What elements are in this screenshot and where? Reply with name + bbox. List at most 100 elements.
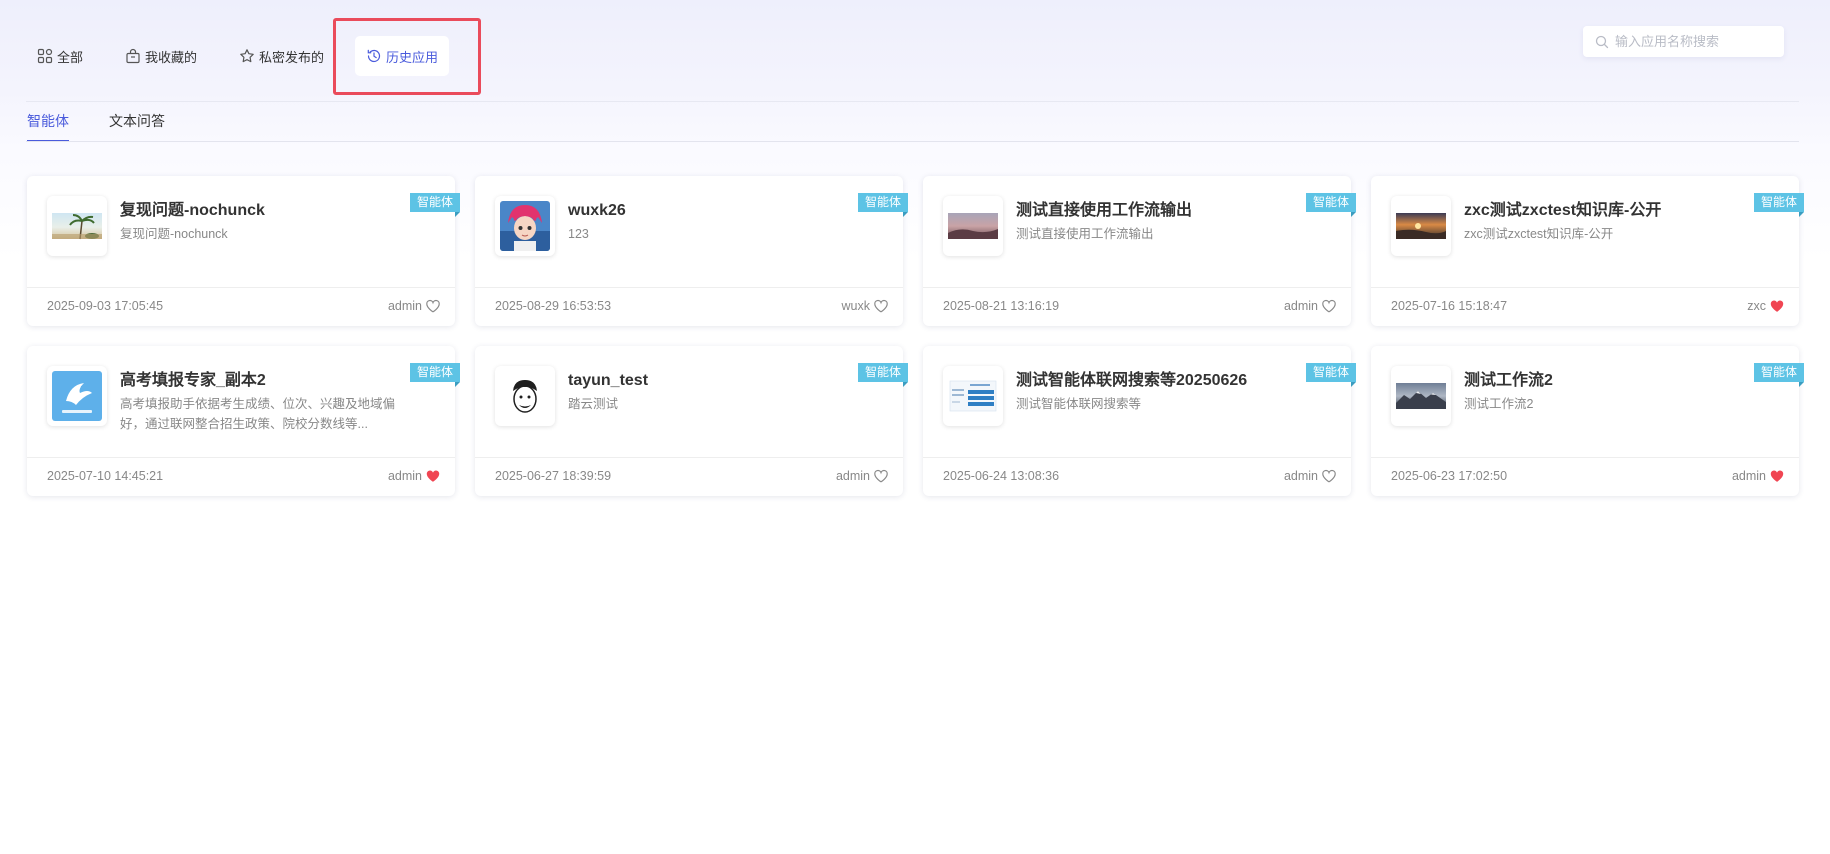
- app-description: 踏云测试: [568, 397, 619, 411]
- card-divider: [27, 287, 455, 288]
- beach-photo-image: [52, 201, 102, 251]
- app-thumbnail: [495, 366, 555, 426]
- heart-filled-icon[interactable]: [1769, 468, 1785, 484]
- owner-name: admin: [387, 299, 422, 313]
- anime-avatar-image: [500, 201, 550, 251]
- search-icon: [1595, 35, 1609, 48]
- app-card[interactable]: 测试智能体联网搜索等20250626 测试智能体联网搜索等 智能体 2025-0…: [923, 346, 1357, 496]
- updated-time: 2025-09-03 17:05:45: [47, 299, 164, 313]
- filter-all[interactable]: 全部: [26, 36, 94, 76]
- heart-outline-icon[interactable]: [873, 298, 889, 314]
- card-divider: [1371, 457, 1799, 458]
- app-title: 测试智能体联网搜索等20250626: [1016, 372, 1248, 389]
- owner-name: wuxk: [841, 299, 870, 313]
- app-description: 高考填报助手依据考生成绩、位次、兴趣及地域偏好，通过联网整合招生政策、院校分数线…: [120, 397, 396, 431]
- app-description: 测试智能体联网搜索等: [1016, 397, 1142, 411]
- heart-outline-icon[interactable]: [425, 298, 441, 314]
- type-badge: 智能体: [1753, 363, 1805, 387]
- type-badge: 智能体: [1753, 193, 1805, 217]
- updated-time: 2025-06-23 17:02:50: [1391, 469, 1508, 483]
- filter-all-label: 全部: [57, 49, 84, 65]
- owner-name: admin: [1283, 469, 1318, 483]
- heart-filled-icon[interactable]: [1769, 298, 1785, 314]
- updated-time: 2025-06-27 18:39:59: [495, 469, 612, 483]
- app-description: 复现问题-nochunck: [120, 227, 228, 241]
- card-divider: [475, 457, 903, 458]
- app-grid: 复现问题-nochunck 复现问题-nochunck 智能体 2025-09-…: [27, 176, 1805, 496]
- web-screenshot-image: [948, 371, 998, 421]
- heart-outline-icon[interactable]: [873, 468, 889, 484]
- type-badge: 智能体: [1305, 363, 1357, 387]
- owner-name: admin: [835, 469, 870, 483]
- search-input[interactable]: [1615, 34, 1775, 49]
- dusk-landscape-image: [948, 201, 998, 251]
- tabs-divider: [26, 141, 1799, 142]
- app-description: 测试直接使用工作流输出: [1016, 227, 1154, 241]
- type-badge: 智能体: [409, 193, 461, 217]
- type-badge: 智能体: [409, 363, 461, 387]
- app-title: wuxk26: [568, 202, 626, 219]
- app-card[interactable]: wuxk26 123 智能体 2025-08-29 16:53:53 wuxk: [475, 176, 909, 326]
- filter-favorites[interactable]: 我收藏的: [114, 36, 208, 76]
- sunset-photo-image: [1396, 201, 1446, 251]
- app-thumbnail: [495, 196, 555, 256]
- app-title: 复现问题-nochunck: [120, 202, 265, 219]
- owner-name: admin: [1731, 469, 1766, 483]
- mountain-photo-image: [1396, 371, 1446, 421]
- card-divider: [923, 287, 1351, 288]
- card-divider: [27, 457, 455, 458]
- filter-private-label: 私密发布的: [259, 49, 325, 65]
- updated-time: 2025-07-10 14:45:21: [47, 469, 164, 483]
- app-title: 测试工作流2: [1464, 372, 1553, 389]
- type-badge: 智能体: [857, 363, 909, 387]
- cartoon-face-image: [500, 371, 550, 421]
- bag-icon: [126, 48, 140, 64]
- app-description: 123: [568, 227, 589, 241]
- app-thumbnail: [943, 366, 1003, 426]
- app-title: 测试直接使用工作流输出: [1016, 202, 1193, 219]
- app-thumbnail: [47, 196, 107, 256]
- app-thumbnail: [943, 196, 1003, 256]
- app-title: zxc测试zxctest知识库-公开: [1464, 202, 1662, 219]
- filter-favorites-label: 我收藏的: [145, 49, 198, 65]
- updated-time: 2025-06-24 13:08:36: [943, 469, 1060, 483]
- owner-name: admin: [1283, 299, 1318, 313]
- filter-history[interactable]: 历史应用: [355, 36, 450, 76]
- history-icon: [367, 49, 381, 63]
- app-card[interactable]: 测试工作流2 测试工作流2 智能体 2025-06-23 17:02:50 ad…: [1371, 346, 1805, 496]
- app-card[interactable]: 高考填报专家_副本2 高考填报助手依据考生成绩、位次、兴趣及地域偏好，通过联网整…: [27, 346, 461, 496]
- type-badge: 智能体: [857, 193, 909, 217]
- header-divider: [26, 101, 1799, 102]
- app-title: tayun_test: [568, 372, 649, 389]
- filter-bar: 全部 我收藏的 私密发布的 历史应用: [26, 36, 469, 76]
- updated-time: 2025-08-21 13:16:19: [943, 299, 1060, 313]
- grid-icon: [37, 48, 53, 64]
- filter-private[interactable]: 私密发布的: [228, 36, 335, 76]
- app-thumbnail: [47, 366, 107, 426]
- app-thumbnail: [1391, 366, 1451, 426]
- app-card[interactable]: 测试直接使用工作流输出 测试直接使用工作流输出 智能体 2025-08-21 1…: [923, 176, 1357, 326]
- search-box: [1583, 26, 1784, 57]
- type-badge: 智能体: [1305, 193, 1357, 217]
- app-card[interactable]: zxc测试zxctest知识库-公开 zxc测试zxctest知识库-公开 智能…: [1371, 176, 1805, 326]
- heart-outline-icon[interactable]: [1321, 468, 1337, 484]
- tab-text-qa[interactable]: 文本问答: [109, 110, 165, 142]
- card-divider: [475, 287, 903, 288]
- type-tabs: 智能体 文本问答: [27, 110, 205, 142]
- owner-name: zxc: [1747, 299, 1766, 313]
- app-card[interactable]: 复现问题-nochunck 复现问题-nochunck 智能体 2025-09-…: [27, 176, 461, 326]
- app-description: zxc测试zxctest知识库-公开: [1464, 227, 1614, 241]
- tab-agent[interactable]: 智能体: [27, 110, 69, 142]
- heart-outline-icon[interactable]: [1321, 298, 1337, 314]
- app-thumbnail: [1391, 196, 1451, 256]
- heart-filled-icon[interactable]: [425, 468, 441, 484]
- owner-name: admin: [387, 469, 422, 483]
- app-title: 高考填报专家_副本2: [120, 372, 266, 389]
- updated-time: 2025-08-29 16:53:53: [495, 299, 612, 313]
- card-divider: [923, 457, 1351, 458]
- card-divider: [1371, 287, 1799, 288]
- star-icon: [240, 49, 254, 63]
- app-description: 测试工作流2: [1464, 397, 1534, 411]
- app-card[interactable]: tayun_test 踏云测试 智能体 2025-06-27 18:39:59 …: [475, 346, 909, 496]
- updated-time: 2025-07-16 15:18:47: [1391, 299, 1508, 313]
